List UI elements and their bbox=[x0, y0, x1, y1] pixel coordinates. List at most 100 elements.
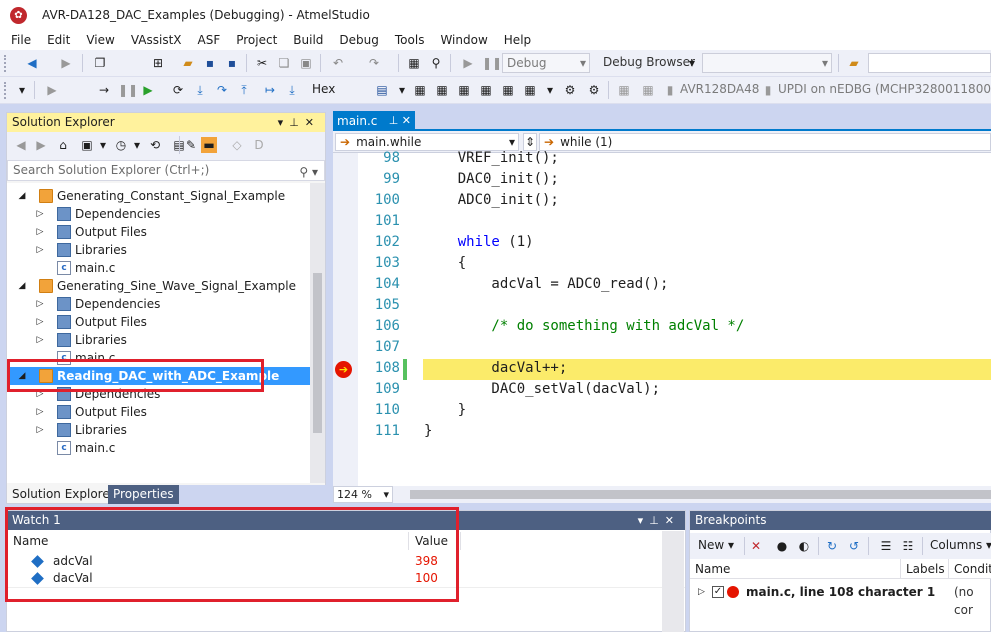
cut-icon[interactable]: ✂ bbox=[254, 55, 270, 71]
dropdown-icon[interactable]: ▾ bbox=[684, 55, 700, 71]
code-line[interactable]: 104 adcVal = ADC0_read(); bbox=[333, 274, 991, 295]
continue-icon[interactable]: ▶ bbox=[44, 82, 60, 98]
reset-icon[interactable]: ⤓ bbox=[284, 82, 300, 98]
tree-file[interactable]: c main.c bbox=[7, 439, 310, 457]
pin-icon[interactable]: ⊥ bbox=[649, 514, 665, 527]
tree-folder[interactable]: ▷ Libraries bbox=[7, 421, 310, 439]
toolbar-grip[interactable] bbox=[4, 82, 7, 99]
processor-icon[interactable]: ▦ bbox=[456, 82, 472, 98]
view-code-icon[interactable]: D bbox=[251, 137, 267, 153]
step-out-icon[interactable]: ⤒ bbox=[236, 82, 252, 98]
solution-explorer-search[interactable]: Search Solution Explorer (Ctrl+;) ⚲ ▾ bbox=[7, 160, 325, 181]
data-visualizer-icon[interactable]: ▦ bbox=[616, 82, 632, 98]
watch-col-type[interactable] bbox=[461, 532, 661, 550]
tree-folder[interactable]: ▷ Output Files bbox=[7, 313, 310, 331]
switch-views-dropdown-icon[interactable]: ▾ bbox=[95, 137, 111, 153]
code-line[interactable]: 109 DAC0_setVal(dacVal); bbox=[333, 379, 991, 400]
tree-folder[interactable]: ▷ Libraries bbox=[7, 331, 310, 349]
code-line[interactable]: 105 bbox=[333, 295, 991, 316]
paste-icon[interactable]: ▣ bbox=[298, 55, 314, 71]
stop-debugging-icon[interactable]: ⟳ bbox=[170, 82, 186, 98]
watch-col-name[interactable]: Name bbox=[7, 532, 409, 550]
tree-file[interactable]: c main.c bbox=[7, 259, 310, 277]
watch-empty-row[interactable] bbox=[7, 587, 685, 604]
quick-launch-input[interactable] bbox=[868, 53, 991, 73]
watch-variable-value[interactable]: 398 bbox=[415, 553, 438, 570]
menu-project[interactable]: Project bbox=[231, 30, 282, 50]
step-over-run-icon[interactable]: → bbox=[96, 82, 112, 98]
pending-changes-icon[interactable]: ◷ bbox=[113, 137, 129, 153]
debug-browser-select[interactable]: ▾ bbox=[702, 53, 832, 73]
break-all-icon[interactable]: ❚❚ bbox=[118, 82, 138, 98]
menu-tools[interactable]: Tools bbox=[390, 30, 430, 50]
overflow-icon[interactable]: ▾ bbox=[14, 82, 30, 98]
toolbar-grip[interactable] bbox=[4, 55, 7, 72]
tree-project[interactable]: ◢ Reading_DAC_with_ADC_Example bbox=[7, 367, 310, 385]
hex-toggle[interactable]: Hex bbox=[312, 82, 335, 96]
watch-row[interactable]: dacVal 100 bbox=[7, 570, 685, 587]
expand-icon[interactable]: ▷ bbox=[35, 385, 45, 403]
watch-row[interactable]: adcVal 398 bbox=[7, 553, 685, 570]
tab-properties[interactable]: Properties bbox=[108, 485, 179, 504]
import-icon[interactable]: ↺ bbox=[846, 538, 862, 554]
expand-icon[interactable]: ▷ bbox=[35, 295, 45, 313]
expand-icon[interactable]: ▷ bbox=[35, 331, 45, 349]
pause-icon[interactable]: ❚❚ bbox=[482, 55, 502, 71]
pending-dropdown-icon[interactable]: ▾ bbox=[129, 137, 145, 153]
watch-scrollbar[interactable] bbox=[662, 531, 684, 632]
menu-vassistx[interactable]: VAssistX bbox=[126, 30, 187, 50]
expand-icon[interactable]: ▷ bbox=[35, 223, 45, 241]
code-line[interactable]: 107 bbox=[333, 337, 991, 358]
breakpoint-enabled-checkbox[interactable]: ✓ bbox=[712, 586, 724, 598]
code-line[interactable]: 108 dacVal++; bbox=[333, 358, 991, 379]
back-icon[interactable]: ◀ bbox=[13, 137, 29, 153]
search-icon[interactable]: ⚲ ▾ bbox=[299, 163, 318, 182]
tree-file[interactable]: c main.c bbox=[7, 349, 310, 367]
expand-icon[interactable]: ▷ bbox=[35, 205, 45, 223]
open-folder-icon[interactable]: ▰ bbox=[180, 55, 196, 71]
pin-search-icon[interactable]: ▰ bbox=[846, 55, 862, 71]
expand-icon[interactable]: ▷ bbox=[35, 313, 45, 331]
watch-col-value[interactable]: Value bbox=[409, 532, 461, 550]
add-item-icon[interactable]: ⊞ bbox=[150, 55, 166, 71]
sync-icon[interactable]: ⟲ bbox=[147, 137, 163, 153]
menu-view[interactable]: View bbox=[81, 30, 119, 50]
menu-asf[interactable]: ASF bbox=[193, 30, 226, 50]
forward-icon[interactable]: ▶ bbox=[33, 137, 49, 153]
tree-folder[interactable]: ▷ Dependencies bbox=[7, 295, 310, 313]
collapse-icon[interactable]: ◢ bbox=[17, 367, 27, 385]
code-line[interactable]: 106 /* do something with adcVal */ bbox=[333, 316, 991, 337]
tree-project[interactable]: ◢ Generating_Constant_Signal_Example bbox=[7, 187, 310, 205]
columns-button[interactable]: Columns ▾ bbox=[930, 538, 991, 552]
expand-icon[interactable]: ▷ bbox=[35, 241, 45, 259]
delete-all-icon[interactable]: ● bbox=[774, 538, 790, 554]
tree-folder[interactable]: ▷ Dependencies bbox=[7, 385, 310, 403]
debug-browser-label[interactable]: Debug Browser bbox=[603, 55, 695, 69]
close-tab-icon[interactable]: ⊥ ✕ bbox=[389, 111, 411, 131]
new-breakpoint-button[interactable]: New ▾ bbox=[698, 538, 734, 552]
tool-icon[interactable]: ▮ bbox=[760, 82, 776, 98]
switch-views-icon[interactable]: ▣ bbox=[79, 137, 95, 153]
device-programming-icon[interactable]: ⚙ bbox=[562, 82, 578, 98]
calculator-icon[interactable]: ▦ bbox=[406, 55, 422, 71]
code-line[interactable]: 99 DAC0_init(); bbox=[333, 169, 991, 190]
properties-icon[interactable]: ✎ bbox=[183, 137, 199, 153]
pin-icon[interactable]: ⊥ bbox=[289, 116, 305, 129]
io-view-icon[interactable]: ▦ bbox=[478, 82, 494, 98]
bp-col-labels[interactable]: Labels bbox=[900, 559, 948, 579]
go-to-disassembly-icon[interactable]: ☷ bbox=[900, 538, 916, 554]
collapse-icon[interactable]: ◢ bbox=[17, 187, 27, 205]
redo-icon[interactable]: ↷ bbox=[366, 55, 382, 71]
tree-project[interactable]: ◢ Generating_Sine_Wave_Signal_Example bbox=[7, 277, 310, 295]
chip-icon[interactable]: ⚙ bbox=[586, 82, 602, 98]
tree-folder[interactable]: ▷ Dependencies bbox=[7, 205, 310, 223]
start-debugging-icon[interactable]: ▶ bbox=[140, 82, 156, 98]
code-line[interactable]: 98 VREF_init(); bbox=[333, 148, 991, 169]
toggle-all-icon[interactable]: ◐ bbox=[796, 538, 812, 554]
menu-build[interactable]: Build bbox=[288, 30, 328, 50]
breakpoint-row[interactable]: ▷ ✓ main.c, line 108 character 1 (no cor bbox=[690, 583, 991, 617]
menu-edit[interactable]: Edit bbox=[42, 30, 75, 50]
delete-icon[interactable]: ✕ bbox=[748, 538, 764, 554]
run-to-cursor-icon[interactable]: ↦ bbox=[262, 82, 278, 98]
expand-icon[interactable]: ▷ bbox=[35, 403, 45, 421]
